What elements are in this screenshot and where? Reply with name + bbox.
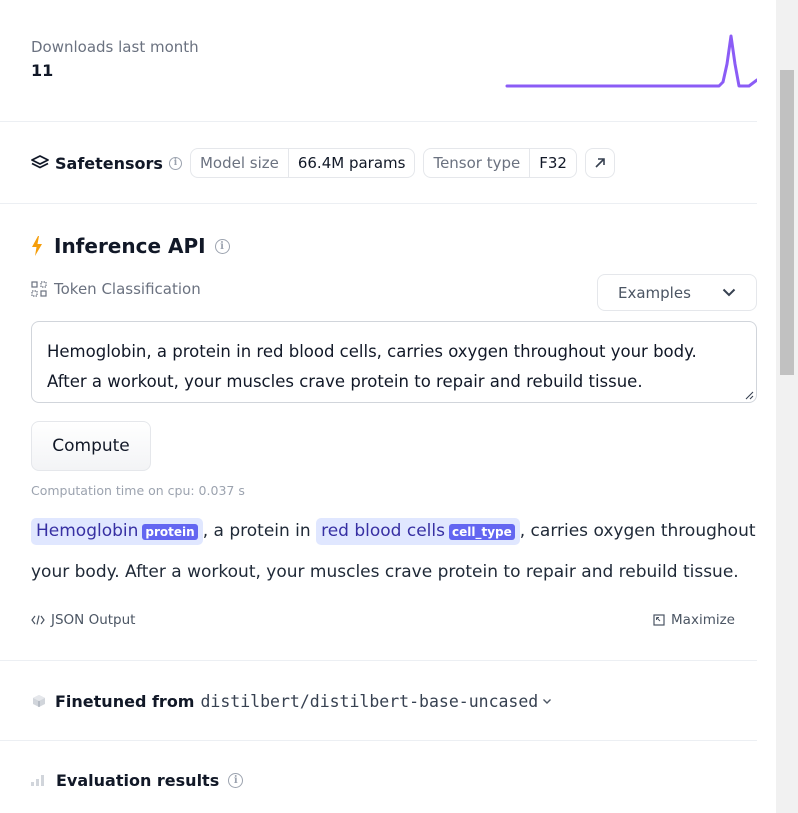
- entity-tag: protein: [142, 524, 198, 540]
- entity-tag: cell_type: [448, 524, 515, 540]
- entity-text: Hemoglobin: [36, 521, 139, 541]
- safetensors-row: Safetensors i Model size 66.4M params Te…: [31, 147, 623, 179]
- task-label[interactable]: Token Classification: [31, 280, 201, 298]
- divider: [0, 121, 757, 122]
- tensor-type-pill: Tensor type F32: [423, 148, 577, 178]
- cube-icon: [33, 695, 45, 707]
- input-line: Hemoglobin, a protein in red blood cells…: [47, 342, 697, 361]
- model-size-value: 66.4M params: [297, 154, 406, 172]
- task-name: Token Classification: [54, 280, 201, 298]
- maximize-icon: [653, 614, 665, 626]
- base-model-link[interactable]: distilbert/distilbert-base-uncased: [200, 692, 538, 711]
- divider: [0, 660, 757, 661]
- examples-label: Examples: [618, 283, 691, 302]
- output-text: , a protein in: [202, 521, 317, 541]
- model-size-pill: Model size 66.4M params: [189, 148, 416, 178]
- entity-text: red blood cells: [321, 521, 445, 541]
- evaluation-title[interactable]: Evaluation results: [56, 771, 219, 790]
- downloads-count: 11: [31, 61, 54, 80]
- info-icon[interactable]: i: [214, 238, 230, 254]
- evaluation-row: Evaluation results i: [31, 767, 251, 793]
- lightning-icon: [32, 236, 42, 256]
- entity-highlight: Hemoglobin protein: [31, 518, 203, 545]
- json-output-button[interactable]: JSON Output: [31, 612, 135, 628]
- open-files-button[interactable]: [584, 148, 615, 178]
- safetensors-title[interactable]: Safetensors: [55, 154, 163, 173]
- info-icon[interactable]: i: [228, 772, 244, 788]
- code-icon: [31, 615, 45, 625]
- scrollbar-thumb[interactable]: [780, 70, 794, 375]
- model-card-sidebar: Downloads last month 11 Safetensors i Mo…: [0, 0, 776, 813]
- input-line: After a workout, your muscles crave prot…: [47, 372, 643, 391]
- json-output-label: JSON Output: [51, 612, 136, 628]
- finetuned-title: Finetuned from: [55, 691, 195, 711]
- chevron-down-icon[interactable]: [542, 698, 552, 705]
- inference-api-title[interactable]: Inference API: [54, 234, 206, 258]
- scrollbar[interactable]: [776, 0, 798, 813]
- inference-input-textarea[interactable]: Hemoglobin, a protein in red blood cells…: [31, 321, 757, 403]
- tensor-type-value: F32: [539, 154, 567, 172]
- arrow-up-right-icon: [595, 158, 605, 168]
- finetuned-row: Finetuned from distilbert/distilbert-bas…: [31, 688, 552, 714]
- divider: [0, 203, 757, 204]
- computation-time: Computation time on cpu: 0.037 s: [31, 483, 245, 498]
- downloads-label: Downloads last month: [31, 38, 199, 56]
- examples-dropdown[interactable]: Examples: [597, 274, 757, 311]
- inference-output: Hemoglobin protein, a protein in red bloo…: [31, 511, 757, 592]
- maximize-button[interactable]: Maximize: [653, 612, 735, 628]
- bar-chart-icon: [31, 775, 44, 786]
- tensor-type-label: Tensor type: [424, 149, 531, 177]
- layers-icon: [31, 155, 49, 169]
- compute-button[interactable]: Compute: [31, 421, 151, 471]
- entity-highlight: red blood cells cell_type: [316, 518, 520, 545]
- inference-api-header: Inference API i: [31, 232, 238, 260]
- info-icon[interactable]: i: [168, 156, 182, 170]
- token-classification-icon: [31, 281, 47, 297]
- divider: [0, 740, 757, 741]
- chevron-down-icon: [722, 288, 736, 297]
- resize-handle-icon[interactable]: [745, 391, 754, 400]
- maximize-label: Maximize: [671, 612, 735, 628]
- model-size-label: Model size: [191, 149, 289, 177]
- downloads-sparkline: [505, 34, 757, 88]
